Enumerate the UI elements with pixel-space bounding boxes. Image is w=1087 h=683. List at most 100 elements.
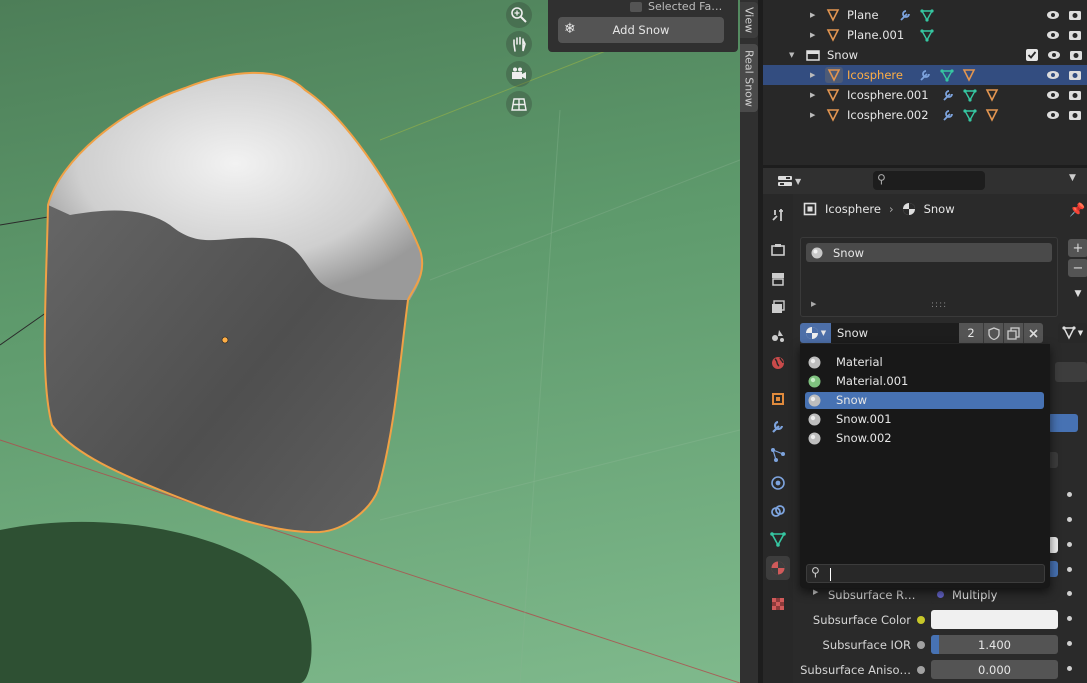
expand-arrow-icon[interactable]: ▶: [810, 11, 815, 19]
keyframe-dot-icon[interactable]: [1067, 616, 1072, 621]
eye-icon[interactable]: [1046, 28, 1060, 42]
tab-world[interactable]: [766, 351, 790, 375]
unlink-material-button[interactable]: [1023, 323, 1043, 343]
chevron-down-icon[interactable]: ▼: [1069, 173, 1076, 183]
mesh-data-icon[interactable]: [920, 8, 934, 22]
3d-viewport[interactable]: Selected Fa… ❄ Add Snow: [0, 0, 740, 683]
socket-icon[interactable]: [917, 616, 925, 624]
mesh-data-icon[interactable]: [940, 68, 954, 82]
expand-arrow-icon[interactable]: ▶: [810, 31, 815, 39]
zoom-icon[interactable]: [506, 2, 532, 28]
outliner-row-icosphere-002[interactable]: ▶ Icosphere.002: [763, 105, 1087, 125]
collapse-arrow-icon[interactable]: ▼: [789, 51, 794, 59]
material-icon[interactable]: [985, 88, 999, 102]
dropdown-search-input[interactable]: ⚲: [806, 564, 1045, 583]
dropdown-item-snow[interactable]: Snow: [805, 392, 1044, 409]
expand-arrow-icon[interactable]: ▶: [810, 111, 815, 119]
material-slot-item[interactable]: Snow: [806, 243, 1052, 262]
tab-physics[interactable]: [766, 471, 790, 495]
pin-icon[interactable]: 📌: [1069, 203, 1085, 218]
socket-icon[interactable]: [917, 641, 925, 649]
wrench-icon[interactable]: [941, 108, 955, 122]
material-users-count[interactable]: 2: [959, 323, 983, 343]
browse-material-button[interactable]: ▼: [800, 323, 831, 343]
tab-render[interactable]: [766, 238, 790, 262]
eye-icon[interactable]: [1046, 108, 1060, 122]
keyframe-dot-icon[interactable]: [1067, 666, 1072, 671]
tab-view-layer[interactable]: [766, 295, 790, 319]
eye-icon[interactable]: [1047, 48, 1061, 62]
expand-arrow-icon[interactable]: ▶: [810, 91, 815, 99]
subsurface-anisotropy-slider[interactable]: 0.000: [931, 660, 1058, 679]
camera-icon[interactable]: [506, 61, 532, 87]
material-icon[interactable]: [985, 108, 999, 122]
link-menu-button[interactable]: ▼: [1058, 323, 1087, 343]
render-camera-icon[interactable]: [1069, 48, 1083, 62]
tab-texture[interactable]: [766, 592, 790, 616]
mesh-data-icon[interactable]: [920, 28, 934, 42]
material-name-field[interactable]: Snow: [831, 323, 959, 343]
expand-arrow-icon[interactable]: ▶: [811, 300, 816, 308]
resize-grip-icon[interactable]: ::::: [931, 300, 947, 310]
grid-icon[interactable]: [506, 91, 532, 117]
eye-icon[interactable]: [1046, 8, 1060, 22]
add-snow-button[interactable]: ❄ Add Snow: [558, 17, 724, 43]
material-icon[interactable]: [962, 68, 976, 82]
render-camera-icon[interactable]: [1068, 88, 1082, 102]
dropdown-item-material[interactable]: Material: [805, 354, 1044, 371]
remove-slot-button[interactable]: −: [1068, 259, 1087, 277]
wrench-icon[interactable]: [898, 8, 912, 22]
render-camera-icon[interactable]: [1068, 108, 1082, 122]
selected-faces-option[interactable]: Selected Fa…: [630, 0, 722, 13]
eye-icon[interactable]: [1046, 68, 1060, 82]
eye-icon[interactable]: [1046, 88, 1060, 102]
checkbox-checked-icon[interactable]: [1025, 48, 1039, 62]
keyframe-dot-icon[interactable]: [1067, 641, 1072, 646]
tab-object[interactable]: [766, 387, 790, 411]
subsurface-color-swatch[interactable]: [931, 610, 1058, 629]
tab-particles[interactable]: [766, 443, 790, 467]
material-slot-list[interactable]: Snow ▶ ::::: [800, 237, 1058, 317]
properties-search-input[interactable]: ⚲: [873, 171, 985, 190]
tab-view[interactable]: View: [740, 2, 758, 38]
tab-data[interactable]: [766, 527, 790, 551]
editor-type-button[interactable]: ▼: [777, 173, 803, 189]
selected-faces-checkbox[interactable]: [630, 1, 642, 12]
wrench-icon[interactable]: [941, 88, 955, 102]
mesh-data-icon[interactable]: [963, 108, 977, 122]
tab-tool[interactable]: [766, 203, 790, 227]
expand-arrow-icon[interactable]: ▶: [810, 71, 815, 79]
keyframe-dot-icon[interactable]: [1067, 542, 1072, 547]
outliner-row-snow-collection[interactable]: ▼ Snow: [763, 45, 1087, 65]
render-camera-icon[interactable]: [1068, 28, 1082, 42]
tab-constraints[interactable]: [766, 499, 790, 523]
dropdown-item-snow-002[interactable]: Snow.002: [805, 430, 1044, 447]
slot-specials-chevron-icon[interactable]: ▼: [1068, 285, 1087, 303]
keyframe-dot-icon[interactable]: [1067, 567, 1072, 572]
outliner-row-icosphere[interactable]: ▶ Icosphere: [763, 65, 1087, 85]
tab-modifiers[interactable]: [766, 415, 790, 439]
expand-arrow-icon[interactable]: ▶: [813, 588, 818, 596]
keyframe-dot-icon[interactable]: [1067, 517, 1072, 522]
add-slot-button[interactable]: +: [1068, 239, 1087, 257]
hand-pan-icon[interactable]: [506, 31, 532, 57]
outliner-row-icosphere-001[interactable]: ▶ Icosphere.001: [763, 85, 1087, 105]
duplicate-material-button[interactable]: [1003, 323, 1023, 343]
subsurface-ior-slider[interactable]: 1.400: [931, 635, 1058, 654]
outliner-row-plane-001[interactable]: ▶ Plane.001: [763, 25, 1087, 45]
socket-icon[interactable]: [917, 666, 925, 674]
tab-output[interactable]: [766, 267, 790, 291]
tab-real-snow[interactable]: Real Snow: [740, 44, 758, 112]
mesh-data-icon[interactable]: [963, 88, 977, 102]
keyframe-dot-icon[interactable]: [1067, 591, 1072, 596]
render-camera-icon[interactable]: [1068, 68, 1082, 82]
tab-material[interactable]: [766, 556, 790, 580]
tab-scene[interactable]: [766, 323, 790, 347]
dropdown-item-snow-001[interactable]: Snow.001: [805, 411, 1044, 428]
outliner-row-plane[interactable]: ▶ Plane: [763, 5, 1087, 25]
render-camera-icon[interactable]: [1068, 8, 1082, 22]
fake-user-button[interactable]: [983, 323, 1003, 343]
dropdown-item-material-001[interactable]: Material.001: [805, 373, 1044, 390]
wrench-icon[interactable]: [918, 68, 932, 82]
keyframe-dot-icon[interactable]: [1067, 492, 1072, 497]
